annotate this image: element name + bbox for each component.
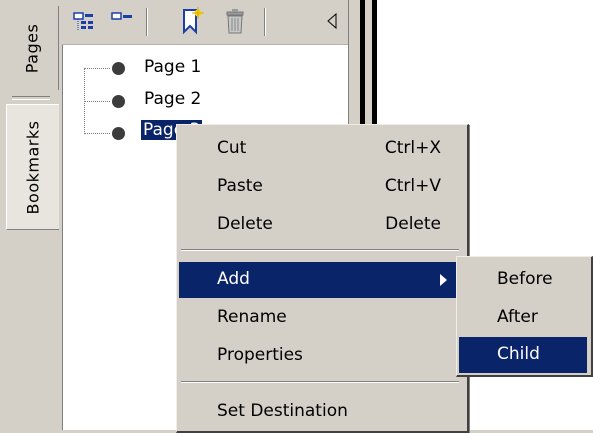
bookmark-bullet-icon xyxy=(112,62,125,75)
menu-separator xyxy=(181,381,459,383)
expand-tree-icon xyxy=(73,12,93,30)
menu-item-set-destination[interactable]: Set Destination xyxy=(179,394,461,430)
submenu-item-label: Before xyxy=(497,269,553,289)
tree-connector xyxy=(84,133,110,134)
menu-item-label: Set Destination xyxy=(217,401,348,421)
new-bookmark-icon xyxy=(183,7,204,35)
tree-connector xyxy=(84,101,110,102)
bookmarks-toolbar xyxy=(62,0,358,45)
menu-separator xyxy=(181,249,459,251)
tab-separator xyxy=(12,96,50,100)
menu-item-label: Paste xyxy=(217,176,263,196)
menu-item-add[interactable]: Add xyxy=(179,262,461,298)
collapse-panel-icon xyxy=(327,12,337,30)
delete-icon xyxy=(226,9,244,34)
menu-item-label: Properties xyxy=(217,345,303,365)
menu-item-properties[interactable]: Properties xyxy=(179,338,461,374)
tree-connector xyxy=(84,68,110,69)
tab-pages-label: Pages xyxy=(22,23,42,73)
toolbar-separator xyxy=(264,8,266,36)
new-bookmark-button[interactable] xyxy=(176,6,206,36)
menu-item-label: Add xyxy=(217,269,250,289)
tab-bookmarks[interactable]: Bookmarks xyxy=(6,104,59,230)
context-menu: Cut Ctrl+X Paste Ctrl+V Delete Delete Ad… xyxy=(176,124,469,433)
tab-bookmarks-label: Bookmarks xyxy=(23,120,43,214)
menu-item-label: Cut xyxy=(217,138,247,158)
submenu-arrow-icon xyxy=(440,274,447,286)
menu-item-shortcut: Delete xyxy=(385,214,441,234)
submenu-item-after[interactable]: After xyxy=(459,300,587,336)
submenu-item-label: After xyxy=(497,307,538,327)
bookmark-bullet-icon xyxy=(112,95,125,108)
menu-item-cut[interactable]: Cut Ctrl+X xyxy=(179,131,461,167)
tab-pages[interactable]: Pages xyxy=(6,6,59,90)
vertical-tab-strip: Pages Bookmarks xyxy=(0,0,60,430)
collapse-panel-button[interactable] xyxy=(318,6,348,36)
menu-item-shortcut: Ctrl+V xyxy=(384,176,441,196)
submenu-item-before[interactable]: Before xyxy=(459,262,587,298)
toolbar-separator xyxy=(146,8,148,36)
submenu-item-label: Child xyxy=(497,344,540,364)
submenu-item-child[interactable]: Child xyxy=(459,337,587,373)
menu-item-shortcut: Ctrl+X xyxy=(384,138,441,158)
menu-item-rename[interactable]: Rename xyxy=(179,300,461,336)
delete-bookmark-button[interactable] xyxy=(220,6,250,36)
menu-item-paste[interactable]: Paste Ctrl+V xyxy=(179,169,461,205)
menu-item-delete[interactable]: Delete Delete xyxy=(179,207,461,243)
collapse-tree-icon xyxy=(111,12,132,20)
add-submenu: Before After Child xyxy=(456,256,593,377)
collapse-tree-button[interactable] xyxy=(106,6,136,36)
bookmark-bullet-icon xyxy=(112,127,125,140)
tree-item-label[interactable]: Page 2 xyxy=(144,89,201,109)
menu-item-label: Delete xyxy=(217,214,273,234)
tree-item-label[interactable]: Page 1 xyxy=(144,57,201,77)
menu-item-label: Rename xyxy=(217,307,287,327)
expand-tree-button[interactable] xyxy=(68,6,98,36)
